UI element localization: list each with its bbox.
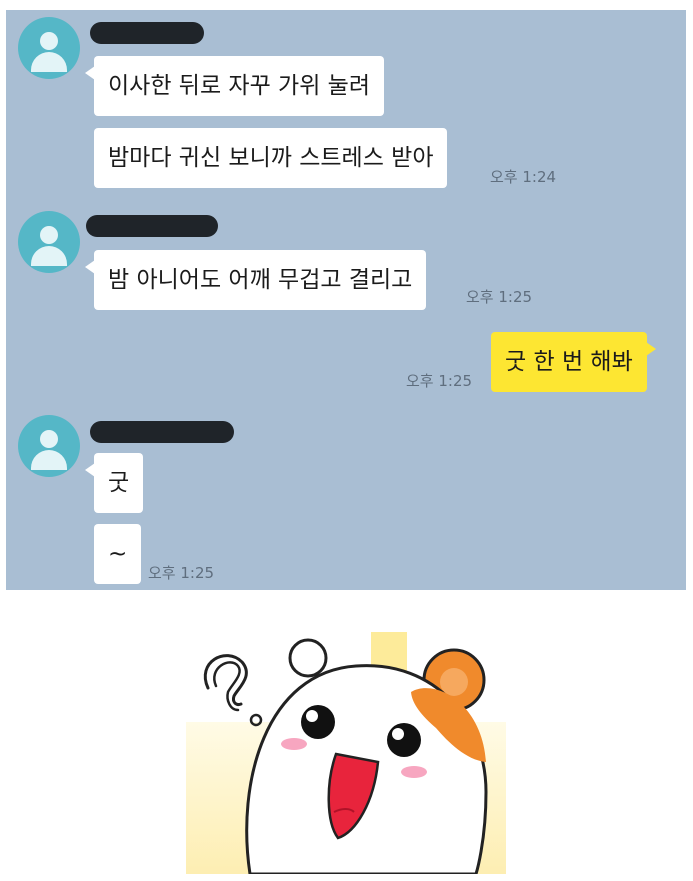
person-icon [40,430,58,448]
my-message-bubble[interactable]: 굿 한 번 해봐 [491,332,656,392]
profile-avatar[interactable] [18,415,80,477]
message-bubble[interactable]: 이사한 뒤로 자꾸 가위 눌려 [84,56,385,116]
message-time: 오후 1:24 [490,168,557,186]
surprised-hamster-sticker [186,632,506,874]
person-icon [40,32,58,50]
person-icon [40,226,58,244]
message-bubble[interactable]: 밤 아니어도 어깨 무겁고 결리고 [84,250,427,310]
profile-avatar[interactable] [18,211,80,273]
profile-avatar[interactable] [18,17,80,79]
sender-name-redacted [90,22,204,44]
chat-window: 이사한 뒤로 자꾸 가위 눌려 밤마다 귀신 보니까 스트레스 받아 오후 1:… [6,10,686,590]
sender-name-redacted [86,215,218,237]
message-time: 오후 1:25 [466,288,533,306]
message-time: 오후 1:25 [148,564,215,582]
message-bubble[interactable]: ~ [94,524,142,584]
message-bubble[interactable]: 밤마다 귀신 보니까 스트레스 받아 [94,128,448,188]
message-bubble[interactable]: 굿 [84,453,144,513]
sender-name-redacted [90,421,234,443]
message-time: 오후 1:25 [406,372,473,390]
